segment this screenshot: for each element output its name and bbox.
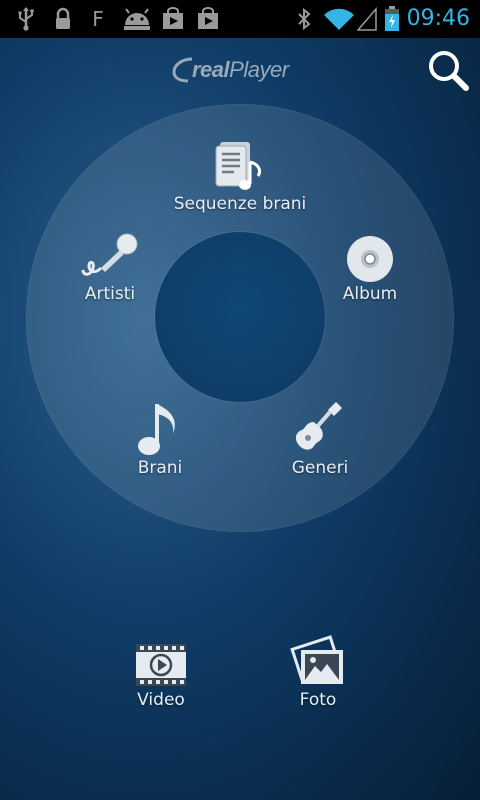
lock-icon: [52, 6, 74, 32]
search-icon: [429, 51, 469, 91]
menu-item-playlists[interactable]: Sequenze brani: [160, 140, 320, 214]
android-icon: [120, 6, 154, 32]
menu-item-label: Generi: [291, 458, 349, 478]
playlist-icon: [215, 142, 262, 190]
usb-icon: [14, 6, 38, 32]
menu-item-label: Artisti: [84, 284, 136, 304]
play-store-icon: [160, 6, 186, 32]
f-icon: F: [92, 7, 104, 31]
search-button[interactable]: [424, 46, 472, 94]
menu-item-video[interactable]: Video: [111, 640, 211, 710]
menu-item-label: Sequenze brani: [173, 194, 307, 214]
menu-item-label: Brani: [137, 458, 183, 478]
photo-icon: [290, 635, 343, 684]
wheel-center: [155, 232, 325, 402]
realplayer-logo: real Player: [172, 52, 312, 88]
music-note-icon: [138, 404, 175, 455]
logo-real-text: real: [192, 57, 230, 82]
clock-time: 09:46: [406, 6, 470, 31]
logo-player-text: Player: [229, 57, 289, 82]
microphone-icon: [81, 233, 138, 276]
menu-item-label: Foto: [299, 690, 337, 710]
play-store-icon: [195, 6, 221, 32]
status-bar: F 09:46: [0, 0, 480, 38]
menu-item-photos[interactable]: Foto: [268, 632, 368, 710]
menu-item-songs[interactable]: Brani: [110, 400, 210, 478]
menu-item-label: Album: [342, 284, 398, 304]
bluetooth-icon: [294, 6, 314, 32]
battery-icon: [382, 6, 402, 32]
guitar-icon: [295, 402, 342, 450]
menu-item-genres[interactable]: Generi: [270, 398, 370, 478]
film-icon: [136, 644, 186, 686]
menu-item-artists[interactable]: Artisti: [60, 230, 160, 304]
disc-icon: [347, 236, 393, 282]
signal-icon: [356, 6, 378, 32]
menu-item-album[interactable]: Album: [320, 234, 420, 304]
menu-item-label: Video: [137, 690, 185, 710]
wifi-icon: [322, 6, 356, 32]
